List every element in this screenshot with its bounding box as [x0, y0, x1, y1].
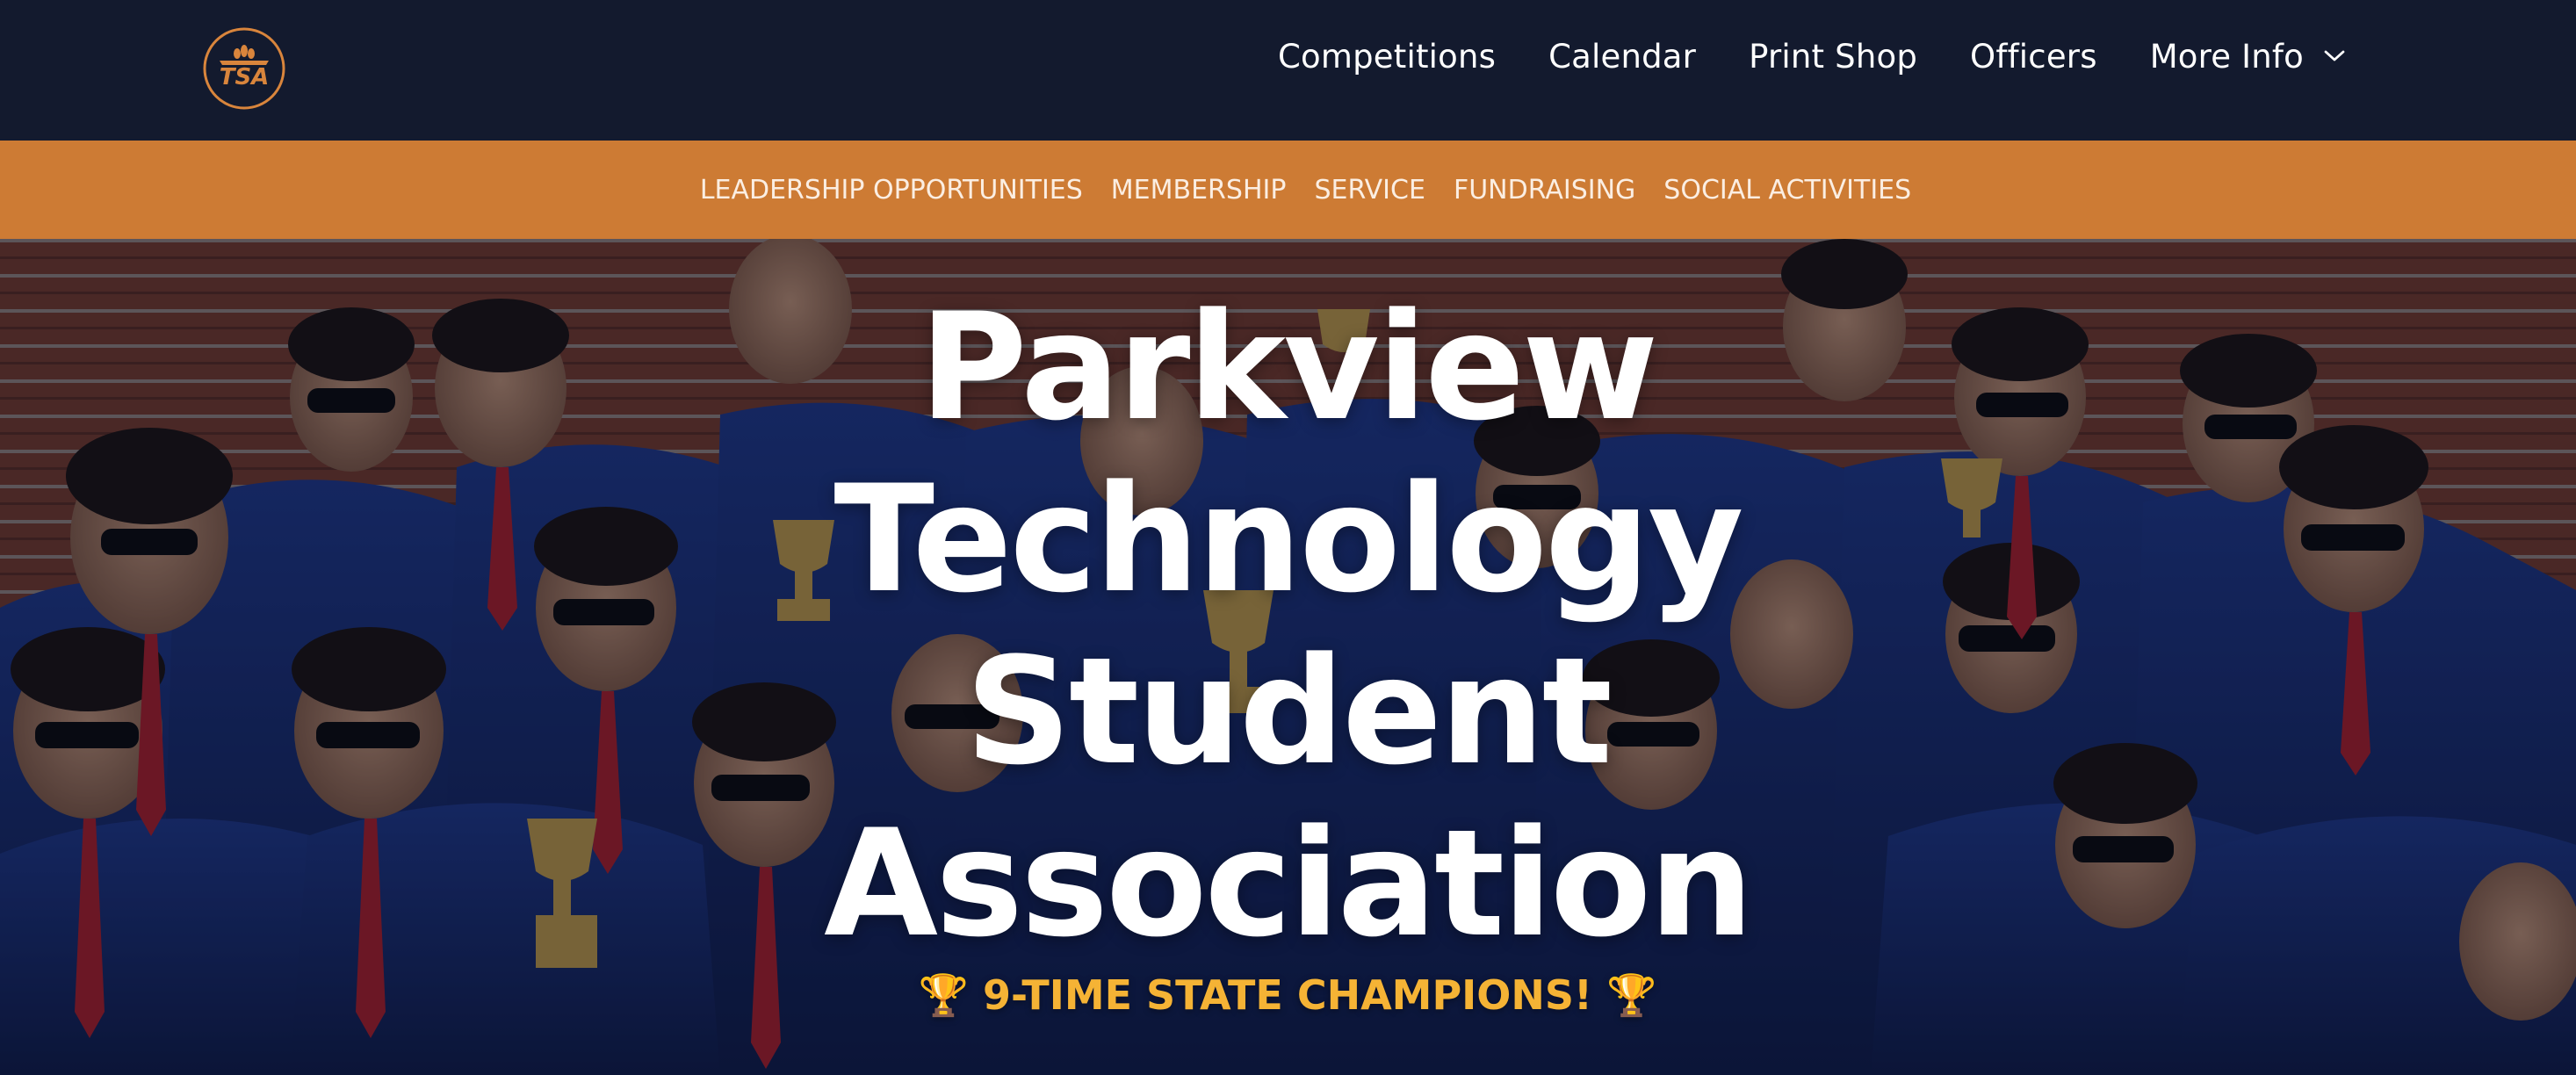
hero-tagline: 🏆 9-TIME STATE CHAMPIONS! 🏆 [918, 971, 1657, 1019]
nav-officers-label: Officers [1970, 37, 2097, 76]
nav-more-info-dropdown[interactable]: More Info [2150, 38, 2346, 76]
nav-officers[interactable]: Officers [1970, 38, 2097, 76]
hero-title-line-1: Parkview [919, 281, 1659, 453]
nav-print-shop[interactable]: Print Shop [1749, 38, 1917, 76]
subnav-leadership-opportunities[interactable]: LEADERSHIP OPPORTUNITIES [700, 175, 1083, 206]
logo-text: TSA [220, 64, 270, 90]
hero-title: Parkview Technology Student Association [761, 281, 1815, 970]
nav-calendar[interactable]: Calendar [1548, 38, 1696, 76]
nav-competitions[interactable]: Competitions [1278, 38, 1496, 76]
tsa-logo-icon[interactable]: TSA [202, 26, 286, 111]
hero-title-line-2: Technology [833, 453, 1743, 625]
nav-competitions-label: Competitions [1278, 37, 1497, 76]
chevron-down-icon [2324, 50, 2345, 61]
nav-print-shop-label: Print Shop [1749, 37, 1918, 76]
subnav-fundraising[interactable]: FUNDRAISING [1454, 175, 1635, 206]
hero-section: Parkview Technology Student Association … [0, 239, 2576, 1075]
sub-nav: LEADERSHIP OPPORTUNITIES MEMBERSHIP SERV… [0, 141, 2576, 239]
main-nav: Competitions Calendar Print Shop Officer… [1278, 0, 2346, 112]
subnav-membership[interactable]: MEMBERSHIP [1111, 175, 1287, 206]
subnav-social-activities[interactable]: SOCIAL ACTIVITIES [1663, 175, 1911, 206]
top-navbar: TSA Competitions Calendar Print Shop Off… [0, 0, 2576, 141]
hero-title-line-3: Student [964, 625, 1613, 797]
hero-title-line-4: Association [824, 797, 1754, 970]
nav-calendar-label: Calendar [1548, 37, 1697, 76]
subnav-service[interactable]: SERVICE [1314, 175, 1425, 206]
nav-more-info-label: More Info [2149, 37, 2304, 76]
